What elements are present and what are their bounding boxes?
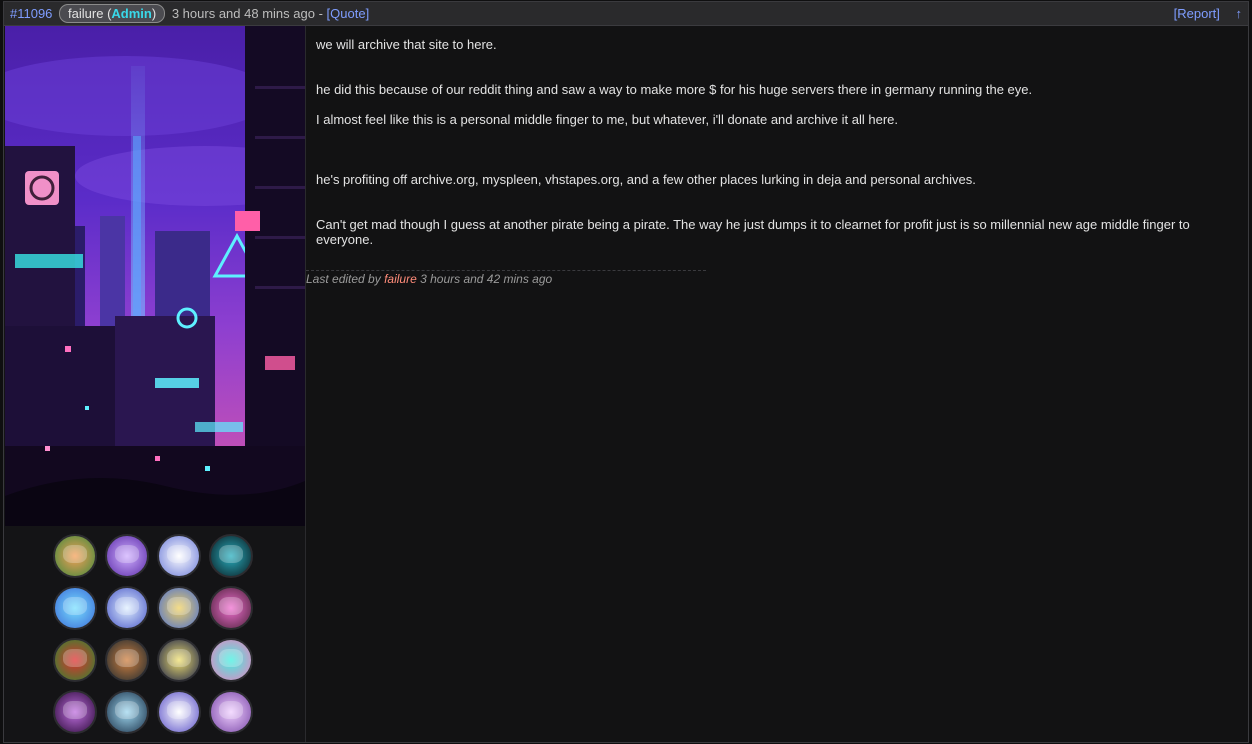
badge-tv-icon[interactable] — [209, 638, 253, 682]
post-header: #11096 failure (Admin) 3 hours and 48 mi… — [4, 2, 1248, 26]
badge-ghost-icon[interactable] — [105, 586, 149, 630]
post-id-link[interactable]: #11096 — [10, 6, 52, 21]
post-paragraph: we will archive that site to here. — [316, 37, 497, 52]
quote-link[interactable]: [Quote] — [327, 6, 370, 21]
badge-retro-game-icon[interactable] — [53, 534, 97, 578]
badge-sky-icon[interactable] — [53, 586, 97, 630]
post-content: we will archive that site to here. he di… — [306, 26, 1248, 742]
username: failure — [68, 6, 104, 22]
editor-link[interactable]: failure — [384, 272, 417, 286]
edit-note: Last edited by failure 3 hours and 42 mi… — [306, 270, 706, 287]
post-paragraph: I almost feel like this is a personal mi… — [316, 112, 899, 127]
badge-room-icon[interactable] — [209, 586, 253, 630]
post-paragraph: he did this because of our reddit thing … — [316, 82, 1033, 97]
badge-mario-icon[interactable] — [53, 638, 97, 682]
badge-waterfall-icon[interactable] — [105, 690, 149, 734]
post-paragraph: he's profiting off archive.org, myspleen… — [316, 172, 976, 187]
report-link[interactable]: [Report] — [1174, 6, 1220, 21]
forum-post: #11096 failure (Admin) 3 hours and 48 mi… — [3, 1, 1249, 743]
meta-separator: - — [318, 6, 323, 21]
post-timestamp: 3 hours and 48 mins ago — [171, 6, 315, 21]
badge-dark-city-icon[interactable] — [209, 534, 253, 578]
edit-time: 3 hours and 42 mins ago — [420, 272, 553, 286]
avatar — [5, 26, 305, 526]
post-actions: [Report] ↑ — [1174, 2, 1242, 25]
user-pill[interactable]: failure (Admin) — [59, 4, 166, 24]
user-sidebar — [4, 26, 306, 742]
scroll-up-icon[interactable]: ↑ — [1236, 6, 1243, 21]
cyberpunk-city-avatar-image — [5, 26, 305, 526]
badge-blocks-icon[interactable] — [157, 586, 201, 630]
edit-prefix: Last edited by — [306, 272, 381, 286]
post-paragraph: Can't get mad though I guess at another … — [316, 217, 1190, 247]
badge-clouds-icon[interactable] — [157, 534, 201, 578]
badge-sakura-icon[interactable] — [209, 690, 253, 734]
badge-car-icon[interactable] — [157, 638, 201, 682]
badge-ufo-icon[interactable] — [157, 690, 201, 734]
badge-crystal-icon[interactable] — [53, 690, 97, 734]
user-role: Admin — [111, 6, 152, 22]
badge-platformer-icon[interactable] — [105, 638, 149, 682]
post-meta: #11096 failure (Admin) 3 hours and 48 mi… — [10, 2, 369, 25]
badge-psychedelic-icon[interactable] — [105, 534, 149, 578]
